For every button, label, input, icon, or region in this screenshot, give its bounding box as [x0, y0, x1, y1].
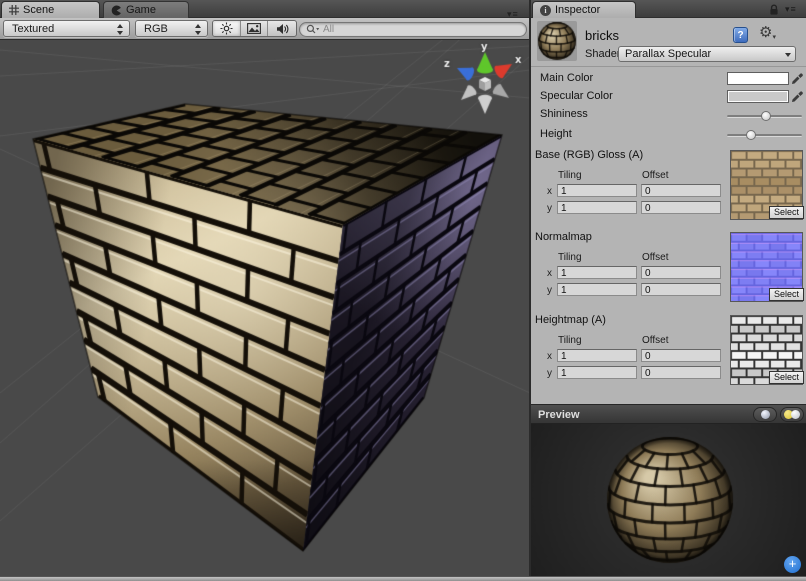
- main-color-swatch[interactable]: [727, 72, 789, 85]
- shader-value: Parallax Specular: [625, 48, 711, 60]
- base-offset-x-input[interactable]: 0: [641, 184, 721, 197]
- sphere-icon: [761, 410, 770, 419]
- normalmap-select-button[interactable]: Select: [769, 288, 804, 301]
- tab-inspector[interactable]: i Inspector: [532, 1, 636, 18]
- search-placeholder: All: [323, 24, 334, 35]
- lock-icon[interactable]: [769, 4, 779, 16]
- tab-scene-label: Scene: [23, 4, 54, 16]
- height-offset-y-input[interactable]: 0: [641, 366, 721, 379]
- tab-inspector-label: Inspector: [555, 4, 600, 16]
- eyedropper-icon[interactable]: [791, 72, 804, 85]
- material-name: bricks: [585, 28, 619, 43]
- offset-header: Offset: [642, 252, 669, 263]
- game-icon: [111, 5, 122, 16]
- shader-label: Shader: [585, 48, 620, 60]
- base-map-title: Base (RGB) Gloss (A): [535, 149, 643, 161]
- heightmap-select-button[interactable]: Select: [769, 371, 804, 384]
- y-axis-label: y: [547, 203, 552, 214]
- specular-color-label: Specular Color: [540, 90, 613, 102]
- shader-dropdown[interactable]: Parallax Specular: [618, 46, 796, 62]
- normal-tiling-y-input[interactable]: 1: [557, 283, 637, 296]
- normalmap-title: Normalmap: [535, 231, 592, 243]
- height-tiling-y-input[interactable]: 1: [557, 366, 637, 379]
- base-offset-y-input[interactable]: 0: [641, 201, 721, 214]
- height-knob[interactable]: [746, 130, 756, 140]
- render-mode-dropdown[interactable]: Textured: [3, 20, 130, 37]
- preview-title: Preview: [538, 409, 580, 421]
- channel-mode-value: RGB: [144, 23, 168, 35]
- grid-icon: [9, 5, 19, 15]
- channel-mode-dropdown[interactable]: RGB: [135, 20, 208, 37]
- preview-header[interactable]: Preview: [531, 404, 806, 424]
- tab-game-label: Game: [126, 4, 156, 16]
- heightmap-title: Heightmap (A): [535, 314, 606, 326]
- height-offset-x-input[interactable]: 0: [641, 349, 721, 362]
- chevron-down-icon: [785, 53, 791, 57]
- normal-tiling-x-input[interactable]: 1: [557, 266, 637, 279]
- divider: [531, 66, 806, 67]
- x-axis-label: x: [547, 351, 552, 362]
- main-color-label: Main Color: [540, 72, 593, 84]
- height-tiling-x-input[interactable]: 1: [557, 349, 637, 362]
- shininess-slider[interactable]: [727, 115, 802, 118]
- tab-game[interactable]: Game: [103, 1, 189, 18]
- normal-offset-x-input[interactable]: 0: [641, 266, 721, 279]
- gear-icon[interactable]: ⚙▾: [759, 24, 776, 47]
- preview-mesh-button[interactable]: [753, 407, 777, 422]
- help-icon[interactable]: ?: [733, 27, 748, 43]
- height-label: Height: [540, 128, 572, 140]
- render-mode-value: Textured: [12, 23, 54, 35]
- x-axis-label: x: [547, 186, 552, 197]
- base-tiling-y-input[interactable]: 1: [557, 201, 637, 214]
- inspector-menu-icon[interactable]: ▾≡: [785, 5, 797, 14]
- inspector-tab-strip: i Inspector ▾≡: [531, 0, 806, 18]
- y-axis-label: y: [547, 285, 552, 296]
- speaker-icon: [276, 23, 289, 35]
- y-axis-label: y: [547, 368, 552, 379]
- x-axis-label: x: [547, 268, 552, 279]
- shininess-label: Shininess: [540, 108, 588, 120]
- sun-icon: [220, 22, 233, 35]
- scene-toolbar: Textured RGB: [0, 18, 530, 40]
- offset-header: Offset: [642, 170, 669, 181]
- audio-toggle-button[interactable]: [268, 21, 296, 36]
- scene-panel-menu-icon[interactable]: ▾≡: [507, 10, 519, 19]
- tiling-header: Tiling: [558, 335, 582, 346]
- height-slider[interactable]: [727, 134, 802, 137]
- shininess-knob[interactable]: [761, 111, 771, 121]
- tab-scene[interactable]: Scene: [1, 1, 100, 18]
- eyedropper-icon[interactable]: [791, 90, 804, 103]
- tiling-header: Tiling: [558, 252, 582, 263]
- offset-header: Offset: [642, 335, 669, 346]
- material-preview-viewport[interactable]: [531, 424, 806, 576]
- base-select-button[interactable]: Select: [769, 206, 804, 219]
- specular-color-swatch[interactable]: [727, 90, 789, 103]
- preview-lighting-button[interactable]: [780, 407, 804, 422]
- image-icon: [247, 23, 261, 34]
- search-icon: [306, 24, 320, 35]
- inspector-panel: i Inspector ▾≡ bricks Shader Parallax Sp…: [531, 0, 806, 581]
- material-preview-thumb: [537, 21, 577, 61]
- updown-arrows-icon: [116, 24, 124, 35]
- updown-arrows-icon: [194, 24, 202, 35]
- base-tiling-x-input[interactable]: 1: [557, 184, 637, 197]
- scene-search-input[interactable]: All: [299, 22, 527, 37]
- window-bottom-edge: [0, 576, 806, 581]
- info-icon: i: [540, 5, 551, 16]
- normal-offset-y-input[interactable]: 0: [641, 283, 721, 296]
- tiling-header: Tiling: [558, 170, 582, 181]
- asset-bundle-plus-button[interactable]: +: [784, 556, 801, 573]
- skybox-fx-toggle-button[interactable]: [241, 21, 269, 36]
- lighting-toggle-button[interactable]: [213, 21, 241, 36]
- scene-view-toggles: [212, 20, 297, 37]
- scene-tab-strip: Scene Game: [0, 0, 530, 18]
- scene-viewport[interactable]: [0, 40, 530, 576]
- light-off-icon: [791, 410, 800, 419]
